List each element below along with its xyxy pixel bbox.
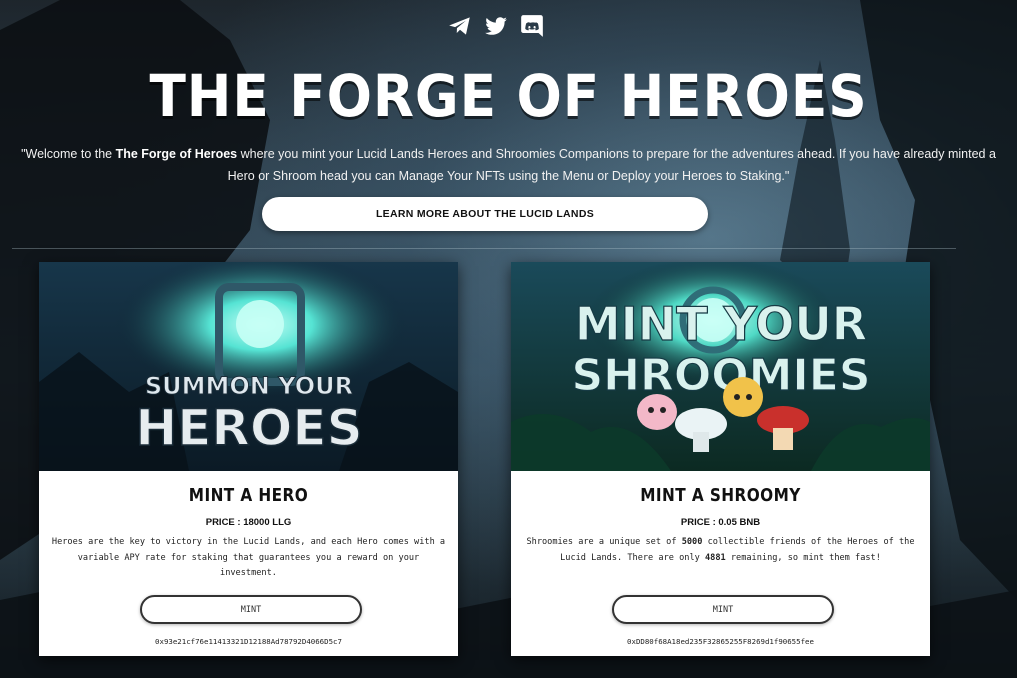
hero-price: PRICE : 18000 LLG xyxy=(205,517,292,528)
hero-art-line1: SUMMON YOUR xyxy=(145,372,353,400)
hero-description: Heroes are the key to victory in the Luc… xyxy=(51,537,446,578)
shroomy-art-line2: SHROOMIES xyxy=(571,350,870,401)
hero-card-image: SUMMON YOUR HEROES xyxy=(39,262,458,471)
shroomy-card-title: MINT A SHROOMY xyxy=(640,485,801,506)
hero-card-title: MINT A HERO xyxy=(188,485,309,506)
social-links xyxy=(446,12,546,40)
mint-hero-button[interactable]: MINT xyxy=(140,595,362,624)
divider xyxy=(12,248,956,249)
intro-bold-name: The Forge of Heroes xyxy=(115,147,238,161)
mint-shroomy-button[interactable]: MINT xyxy=(612,595,834,624)
intro-text: "Welcome to the The Forge of Heroes wher… xyxy=(21,147,996,183)
telegram-icon[interactable] xyxy=(446,12,474,40)
discord-icon[interactable] xyxy=(518,12,546,40)
twitter-icon[interactable] xyxy=(482,12,510,40)
page-title: THE FORGE OF HEROES xyxy=(149,62,868,130)
shroomy-description: Shroomies are a unique set of 5000 colle… xyxy=(526,537,915,563)
remaining-count: 4881 xyxy=(704,552,726,563)
shroomy-contract-address: 0xDD80f68A18ed235F32865255F8269d1f90655f… xyxy=(627,637,814,646)
shroomy-art-line1: MINT YOUR xyxy=(575,297,867,351)
shroomy-price: PRICE : 0.05 BNB xyxy=(680,517,761,528)
hero-card: SUMMON YOUR HEROES MINT A HERO PRICE : 1… xyxy=(39,262,458,656)
total-supply: 5000 xyxy=(681,537,703,547)
hero-contract-address: 0x93e21cf76e11413321D12188Ad78792D4066D5… xyxy=(155,637,342,646)
learn-more-button[interactable]: LEARN MORE ABOUT THE LUCID LANDS xyxy=(262,197,708,231)
shroomy-card-image: MINT YOUR SHROOMIES xyxy=(511,262,930,471)
shroomy-card: MINT YOUR SHROOMIES MINT A SHROOMY PRICE… xyxy=(511,262,930,656)
hero-art-line2: HEROES xyxy=(135,399,362,457)
